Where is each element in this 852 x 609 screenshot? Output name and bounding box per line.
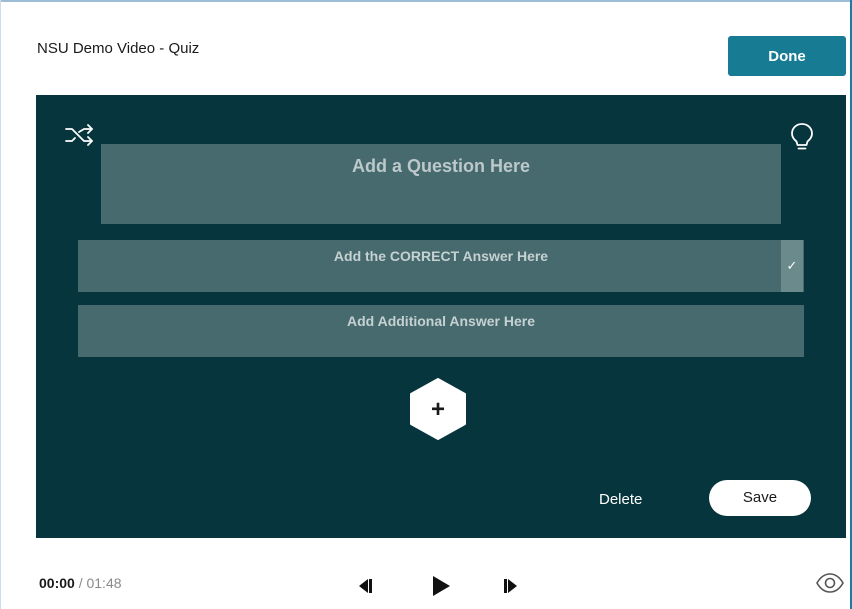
play-button[interactable] (430, 575, 452, 597)
quiz-editor-panel: Add a Question Here Add the CORRECT Answ… (36, 95, 846, 538)
page-title: NSU Demo Video - Quiz (37, 40, 200, 57)
step-forward-button[interactable] (500, 576, 520, 596)
top-border (0, 0, 852, 2)
save-button[interactable]: Save (709, 480, 811, 516)
lightbulb-icon[interactable] (788, 121, 816, 153)
time-display: 00:00 / 01:48 (39, 575, 122, 591)
question-input[interactable]: Add a Question Here (101, 144, 781, 224)
correct-check-icon[interactable]: ✓ (781, 240, 803, 292)
left-border (0, 0, 1, 609)
eye-icon (816, 573, 844, 593)
step-back-button[interactable] (356, 576, 376, 596)
done-button[interactable]: Done (728, 36, 846, 76)
preview-button[interactable] (815, 571, 845, 595)
add-plus-label: + (431, 396, 445, 423)
total-time: 01:48 (86, 575, 122, 591)
delete-button[interactable]: Delete (599, 491, 642, 508)
additional-answer-input[interactable]: Add Additional Answer Here (78, 305, 804, 357)
add-answer-button[interactable]: + (409, 378, 467, 440)
shuffle-icon[interactable] (64, 123, 96, 147)
step-forward-icon (504, 579, 517, 593)
play-icon (433, 576, 450, 596)
current-time: 00:00 (39, 575, 75, 591)
time-separator: / (74, 575, 87, 591)
correct-answer-input[interactable]: Add the CORRECT Answer Here (78, 240, 804, 292)
step-back-icon (359, 579, 372, 593)
